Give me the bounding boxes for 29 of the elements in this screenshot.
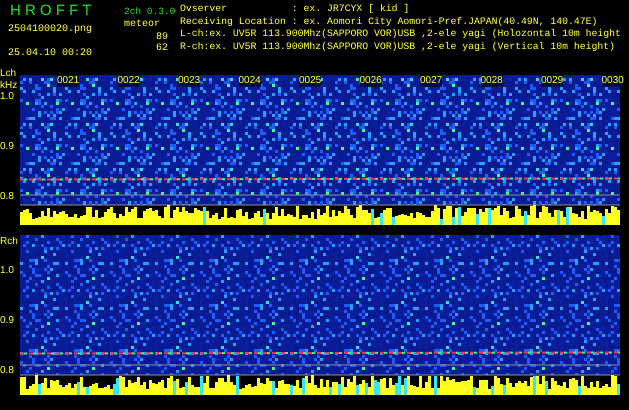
frequency-label: 1.0 xyxy=(0,92,14,102)
time-label: 0029 xyxy=(541,75,564,87)
meteor-count: 89 xyxy=(156,32,168,42)
time-label: 0022 xyxy=(118,75,140,87)
time-label: 0025 xyxy=(299,75,322,87)
frequency-label: 0.9 xyxy=(0,316,14,326)
info-line: L-ch:ex. UV5R 113.900Mhz(SAPPORO VOR)USB ,2-ele yagi (Holozontal 10m height xyxy=(180,28,622,40)
timestamp: 25.04.10 00:20 xyxy=(8,48,94,60)
meteor-count: 62 xyxy=(156,42,168,54)
channel-label: Lch xyxy=(0,69,16,79)
time-label: 0023 xyxy=(178,75,200,87)
time-label: 0030 xyxy=(602,75,624,87)
info-line: Receiving Location : ex. Aomori City Aomori-Pref.JAPAN(40.49N, 140.47E) xyxy=(180,16,598,28)
time-label: 0021 xyxy=(57,75,80,87)
time-label: 0027 xyxy=(420,75,442,87)
info-line: Ovserver : ex. JR7CYX [ kid ] xyxy=(180,3,410,16)
unit-label: kHz xyxy=(0,81,18,91)
app-version: 2ch 0.3.0 xyxy=(124,6,176,18)
app-logo: H R O F F T xyxy=(10,3,92,19)
frequency-label: 1.0 xyxy=(0,266,14,276)
time-label: 0024 xyxy=(238,75,261,87)
info-line: R-ch:ex. UV5R 113.900Mhz(SAPPORO VOR)USB ,2-ele yagi (Vertical 10m height) xyxy=(180,40,616,53)
frequency-label: 0.8 xyxy=(0,192,14,202)
channel-label: Rch xyxy=(0,237,18,247)
frequency-label: 0.8 xyxy=(0,366,14,376)
frequency-label: 0.9 xyxy=(0,142,14,152)
meteor-label: meteor xyxy=(124,19,162,32)
time-label: 0026 xyxy=(360,75,382,87)
file-name: 2504100020.png xyxy=(8,24,94,36)
